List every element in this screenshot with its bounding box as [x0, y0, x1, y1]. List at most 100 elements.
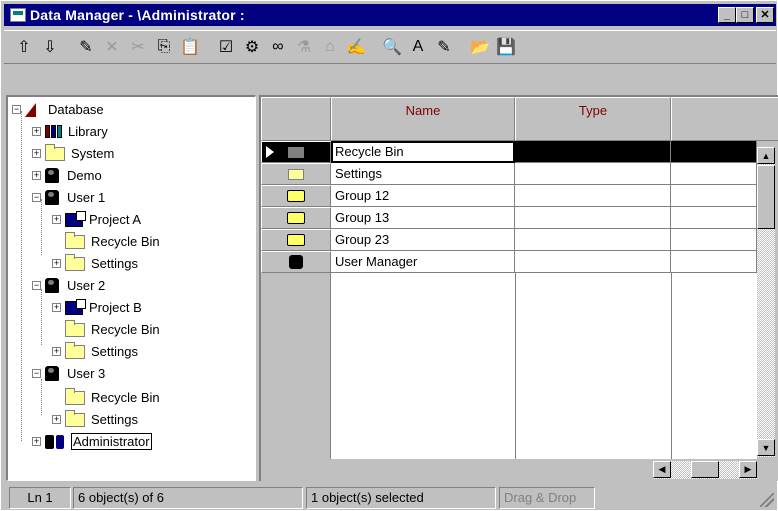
- table-row[interactable]: Group 12: [261, 185, 757, 207]
- tree-label: Settings: [91, 256, 138, 271]
- expand-icon[interactable]: +: [52, 215, 61, 224]
- tree-label: System: [71, 146, 115, 161]
- status-selection: 1 object(s) selected: [306, 487, 496, 509]
- copy-icon[interactable]: ⎘: [152, 35, 176, 59]
- tree-item-user-3[interactable]: − User 3: [32, 363, 105, 384]
- filter-icon[interactable]: ⚗: [292, 35, 316, 59]
- expand-icon[interactable]: +: [52, 303, 61, 312]
- table-row[interactable]: Group 13: [261, 207, 757, 229]
- resize-grip-icon[interactable]: [760, 493, 774, 507]
- tools-icon[interactable]: ⚙: [240, 35, 264, 59]
- collapse-icon[interactable]: −: [12, 105, 21, 114]
- tree-item-user-1[interactable]: − User 1: [32, 187, 105, 208]
- database-icon: [25, 102, 36, 117]
- tree-item-project-a[interactable]: + Project A: [52, 209, 141, 230]
- find-icon[interactable]: 🔍: [380, 35, 404, 59]
- cell-name[interactable]: Group 13: [331, 207, 515, 229]
- new-icon[interactable]: ✎: [74, 35, 98, 59]
- save-icon[interactable]: 💾: [494, 35, 518, 59]
- tree-item-administrator[interactable]: + Administrator: [32, 431, 152, 452]
- cell-extra[interactable]: [671, 251, 757, 273]
- collapse-icon[interactable]: −: [32, 281, 41, 290]
- vertical-scrollbar[interactable]: ▲ ▼: [757, 147, 775, 457]
- open-folder-icon[interactable]: ⇩: [38, 35, 62, 59]
- tree-item-settings[interactable]: + Settings: [52, 409, 138, 430]
- minimize-button[interactable]: _: [718, 7, 736, 23]
- scroll-right-icon[interactable]: ▶: [739, 461, 757, 478]
- collapse-icon[interactable]: −: [32, 193, 41, 202]
- column-header-name[interactable]: Name: [331, 97, 515, 141]
- expand-icon[interactable]: +: [52, 259, 61, 268]
- cell-type[interactable]: [515, 207, 671, 229]
- column-header-type[interactable]: Type: [515, 97, 671, 141]
- cell-extra[interactable]: [671, 207, 757, 229]
- cell-type[interactable]: [515, 141, 671, 163]
- cell-name[interactable]: Settings: [331, 163, 515, 185]
- title-bar[interactable]: Data Manager - \Administrator : _ □ ✕: [4, 4, 776, 26]
- horizontal-scrollbar[interactable]: ◀ ▶: [653, 461, 757, 479]
- tree-icon[interactable]: ⌂: [318, 35, 342, 59]
- table-row[interactable]: Group 23: [261, 229, 757, 251]
- cell-name[interactable]: Group 23: [331, 229, 515, 251]
- scroll-down-icon[interactable]: ▼: [757, 439, 775, 456]
- tree-item-settings[interactable]: + Settings: [52, 341, 138, 362]
- cell-type[interactable]: [515, 229, 671, 251]
- scroll-left-icon[interactable]: ◀: [653, 461, 671, 478]
- object-grid[interactable]: Name Type Recycle Bin Settings Group 12 Gro…: [259, 95, 778, 481]
- cut-icon[interactable]: ✂: [126, 35, 150, 59]
- tree-label: Demo: [67, 168, 102, 183]
- table-row[interactable]: Recycle Bin: [261, 141, 757, 163]
- table-row[interactable]: User Manager: [261, 251, 757, 273]
- edit-icon[interactable]: ✍: [344, 35, 368, 59]
- tree-item-recycle-bin[interactable]: Recycle Bin: [65, 231, 160, 252]
- open-icon[interactable]: 📂: [468, 35, 492, 59]
- expand-icon[interactable]: +: [32, 437, 41, 446]
- cell-extra[interactable]: [671, 185, 757, 207]
- close-button[interactable]: ✕: [756, 7, 774, 23]
- paste-icon[interactable]: 📋: [178, 35, 202, 59]
- expand-icon[interactable]: +: [52, 347, 61, 356]
- maximize-button[interactable]: □: [736, 7, 754, 23]
- expand-icon[interactable]: +: [32, 127, 41, 136]
- delete-icon[interactable]: ✕: [100, 35, 124, 59]
- properties-icon[interactable]: ☑: [214, 35, 238, 59]
- tree-item-user-2[interactable]: − User 2: [32, 275, 105, 296]
- tree-label: Recycle Bin: [91, 234, 160, 249]
- cell-type[interactable]: [515, 185, 671, 207]
- tree-item-recycle-bin[interactable]: Recycle Bin: [65, 319, 160, 340]
- tree-item-settings[interactable]: + Settings: [52, 253, 138, 274]
- cell-extra[interactable]: [671, 229, 757, 251]
- folder-icon: [65, 409, 85, 427]
- tree-label: Database: [48, 102, 104, 117]
- cell-type[interactable]: [515, 251, 671, 273]
- font-icon[interactable]: A: [406, 35, 430, 59]
- expand-icon[interactable]: +: [32, 149, 41, 158]
- database-tree[interactable]: − Database + Library + System + Demo − U…: [6, 95, 256, 481]
- cell-type[interactable]: [515, 163, 671, 185]
- view-icon[interactable]: ∞: [266, 35, 290, 59]
- cell-extra[interactable]: [671, 163, 757, 185]
- column-header-blank[interactable]: [671, 97, 778, 141]
- expand-icon[interactable]: +: [32, 171, 41, 180]
- scroll-thumb[interactable]: [691, 461, 719, 478]
- cell-name[interactable]: Recycle Bin: [331, 141, 515, 163]
- table-row[interactable]: Settings: [261, 163, 757, 185]
- scroll-up-icon[interactable]: ▲: [757, 147, 775, 164]
- cell-extra[interactable]: [671, 141, 757, 163]
- cell-name[interactable]: User Manager: [331, 251, 515, 273]
- cell-name[interactable]: Group 12: [331, 185, 515, 207]
- scroll-thumb[interactable]: [757, 165, 775, 229]
- tree-item-library[interactable]: + Library: [32, 121, 108, 142]
- tree-item-system[interactable]: + System: [32, 143, 114, 164]
- tree-label: User 1: [67, 190, 106, 205]
- tree-item-database[interactable]: − Database: [12, 99, 104, 120]
- parent-folder-icon[interactable]: ⇧: [12, 35, 36, 59]
- app-icon[interactable]: [10, 8, 26, 22]
- tree-item-demo[interactable]: + Demo: [32, 165, 102, 186]
- tree-item-project-b[interactable]: + Project B: [52, 297, 142, 318]
- expand-icon[interactable]: +: [52, 415, 61, 424]
- tree-item-recycle-bin[interactable]: Recycle Bin: [65, 387, 160, 408]
- report-icon[interactable]: ✎: [432, 35, 456, 59]
- collapse-icon[interactable]: −: [32, 369, 41, 378]
- group-icon: [261, 207, 331, 229]
